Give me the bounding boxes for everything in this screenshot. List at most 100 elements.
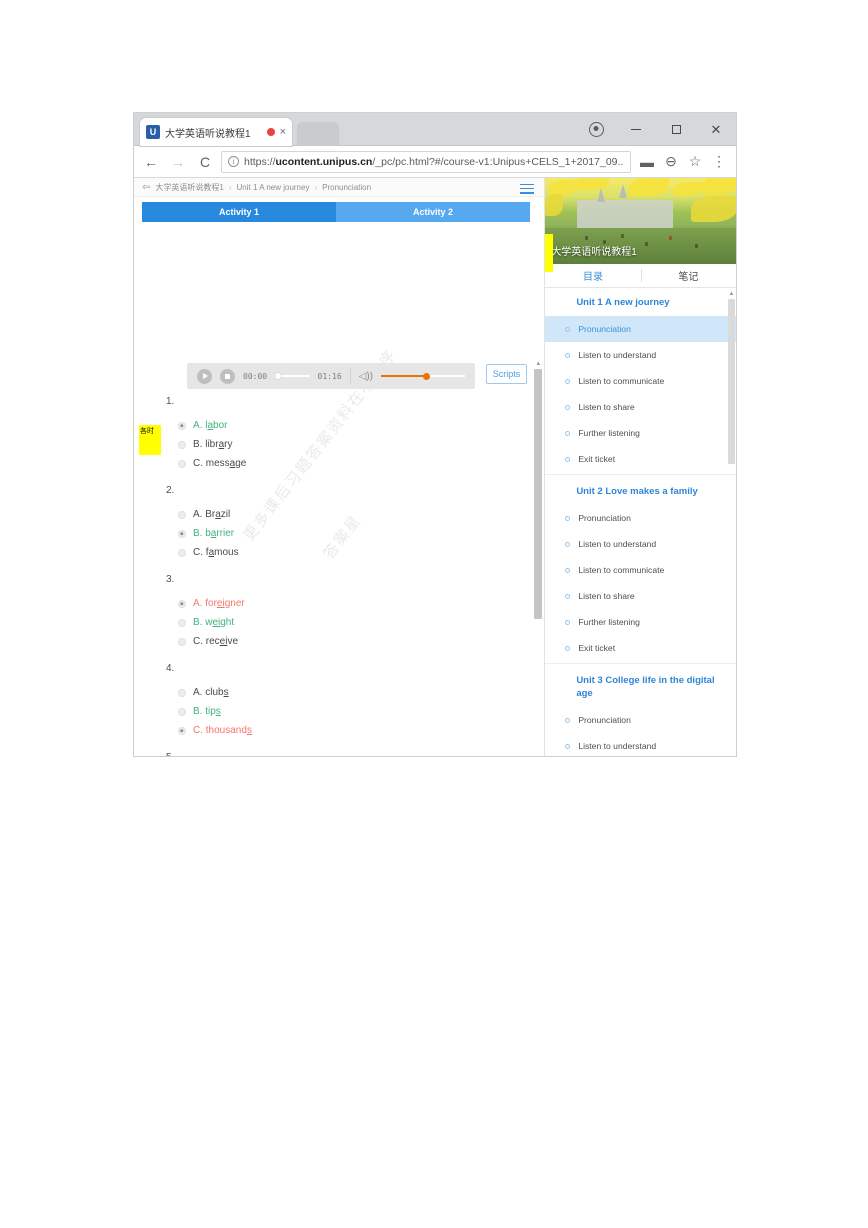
profile-icon[interactable] (576, 113, 616, 146)
browser-tab[interactable]: U 大学英语听说教程1 × (140, 118, 292, 146)
audio-player: 00:00 01:16 ◁)) (187, 363, 475, 389)
option-row[interactable]: A. labor (166, 416, 520, 435)
tab-contents[interactable]: 目录 (545, 264, 640, 287)
radio-button[interactable] (178, 529, 186, 538)
volume-slider[interactable] (381, 372, 465, 380)
toc-item-label: Exit ticket (578, 454, 616, 464)
option-row[interactable]: C. famous (166, 543, 520, 562)
toc-item-label: Listen to understand (578, 539, 657, 549)
option-row[interactable]: B. library (166, 435, 520, 454)
bullet-icon (565, 352, 571, 358)
hamburger-menu-icon[interactable] (520, 181, 535, 196)
option-row[interactable]: C. thousands (166, 721, 520, 740)
toc-item-listen-to-communicate[interactable]: Listen to communicate (545, 368, 736, 394)
question-number: 3. (166, 574, 175, 585)
toc-item-listen-to-share[interactable]: Listen to share (545, 394, 736, 420)
close-window-button[interactable]: ✕ (696, 113, 736, 146)
browser-menu-button[interactable]: ⋮ (708, 151, 730, 173)
radio-button[interactable] (178, 440, 186, 449)
toc-item-listen-to-understand[interactable]: Listen to understand (545, 733, 736, 756)
tab-activity-1[interactable]: Activity 1 (142, 202, 336, 222)
minimize-button[interactable] (616, 113, 656, 146)
radio-button[interactable] (178, 510, 186, 519)
option-row[interactable]: B. barrier (166, 524, 520, 543)
bullet-icon (565, 619, 571, 625)
url-input[interactable]: i https://ucontent.unipus.cn/_pc/pc.html… (221, 150, 631, 173)
scroll-up-arrow-icon[interactable]: ▲ (728, 291, 735, 298)
progress-slider[interactable] (275, 373, 310, 379)
site-info-icon[interactable]: i (228, 156, 239, 167)
breadcrumb-item-unit[interactable]: Unit 1 A new journey (237, 183, 310, 192)
scrollbar-thumb[interactable] (728, 299, 735, 464)
toc-item-listen-to-understand[interactable]: Listen to understand (545, 531, 736, 557)
toc-item-pronunciation[interactable]: Pronunciation (545, 316, 736, 342)
forward-button[interactable]: → (167, 151, 189, 173)
toc-item-listen-to-communicate[interactable]: Listen to communicate (545, 557, 736, 583)
option-label: B. barrier (193, 528, 235, 539)
course-activity-pane: ⇦ 大学英语听说教程1 › Unit 1 A new journey › Pro… (134, 178, 546, 756)
toc-item-exit-ticket[interactable]: Exit ticket (545, 635, 736, 661)
toc-divider (545, 663, 736, 664)
breadcrumb-item-course[interactable]: 大学英语听说教程1 (155, 182, 223, 193)
maximize-button[interactable] (656, 113, 696, 146)
option-row[interactable]: A. foreigner (166, 594, 520, 613)
unit-heading[interactable]: Unit 2 Love makes a family (545, 477, 736, 505)
toc-item-further-listening[interactable]: Further listening (545, 609, 736, 635)
toc-item-listen-to-share[interactable]: Listen to share (545, 583, 736, 609)
back-button[interactable]: ← (140, 151, 162, 173)
toc-item-listen-to-understand[interactable]: Listen to understand (545, 342, 736, 368)
stop-button[interactable] (220, 368, 235, 384)
option-row[interactable]: B. tips (166, 702, 520, 721)
toc-item-label: Listen to communicate (578, 376, 665, 386)
option-row[interactable]: A. clubs (166, 683, 520, 702)
option-row[interactable]: C. message (166, 454, 520, 473)
tab-close-icon[interactable]: × (280, 126, 286, 138)
radio-button[interactable] (178, 548, 186, 557)
unit-heading[interactable]: Unit 1 A new journey (545, 288, 736, 316)
toc-item-exit-ticket[interactable]: Exit ticket (545, 446, 736, 472)
option-row[interactable]: A. Brazil (166, 505, 520, 524)
tab-activity-2[interactable]: Activity 2 (336, 202, 530, 222)
radio-button[interactable] (178, 707, 186, 716)
new-tab-button[interactable] (297, 122, 339, 146)
scripts-button[interactable]: Scripts (486, 364, 527, 384)
breadcrumb-back-icon[interactable]: ⇦ (142, 182, 150, 193)
toc-divider (545, 474, 736, 475)
bullet-icon (565, 567, 571, 573)
toc-item-further-listening[interactable]: Further listening (545, 420, 736, 446)
cast-icon[interactable]: ▬ (636, 151, 658, 173)
sidebar-scrollbar[interactable]: ▲ (728, 291, 735, 603)
zoom-out-icon[interactable]: ⊖ (660, 151, 682, 173)
radio-button[interactable] (178, 599, 186, 608)
radio-button[interactable] (178, 421, 186, 430)
reload-button[interactable]: C (194, 151, 216, 173)
option-row[interactable]: B. weight (166, 613, 520, 632)
bookmark-star-icon[interactable]: ☆ (684, 151, 706, 173)
toc-item-label: Listen to understand (578, 350, 657, 360)
scroll-up-arrow-icon[interactable]: ▲ (534, 360, 542, 368)
question-list: 1. A. labor B. library C. message 2. A. Brazi… (134, 396, 520, 756)
toc-item-pronunciation[interactable]: Pronunciation (545, 505, 736, 531)
player-divider (349, 369, 351, 383)
radio-button[interactable] (178, 459, 186, 468)
toc-item-label: Pronunciation (578, 324, 631, 334)
question-number: 4. (166, 663, 175, 674)
radio-button[interactable] (178, 688, 186, 697)
course-pane-scrollbar[interactable]: ▲ (534, 360, 543, 718)
scrollbar-thumb[interactable] (534, 369, 543, 619)
unit-heading[interactable]: Unit 3 College life in the digital age (545, 666, 736, 707)
option-row[interactable]: C. receive (166, 632, 520, 651)
tab-notes[interactable]: 笔记 (640, 264, 736, 287)
current-time: 00:00 (243, 371, 268, 381)
toc-item-pronunciation[interactable]: Pronunciation (545, 707, 736, 733)
table-of-contents: Unit 1 A new journey Pronunciation Listen … (545, 288, 736, 756)
volume-icon[interactable]: ◁)) (359, 371, 373, 382)
omnibox-bar: ← → C i https://ucontent.unipus.cn/_pc/p… (134, 146, 736, 178)
option-label: A. labor (193, 420, 228, 431)
radio-button[interactable] (178, 637, 186, 646)
play-button[interactable] (197, 368, 212, 384)
radio-button[interactable] (178, 618, 186, 627)
radio-button[interactable] (178, 726, 186, 735)
banner-course-title: 大学英语听说教程1 (551, 247, 637, 258)
option-label: B. library (193, 439, 233, 450)
